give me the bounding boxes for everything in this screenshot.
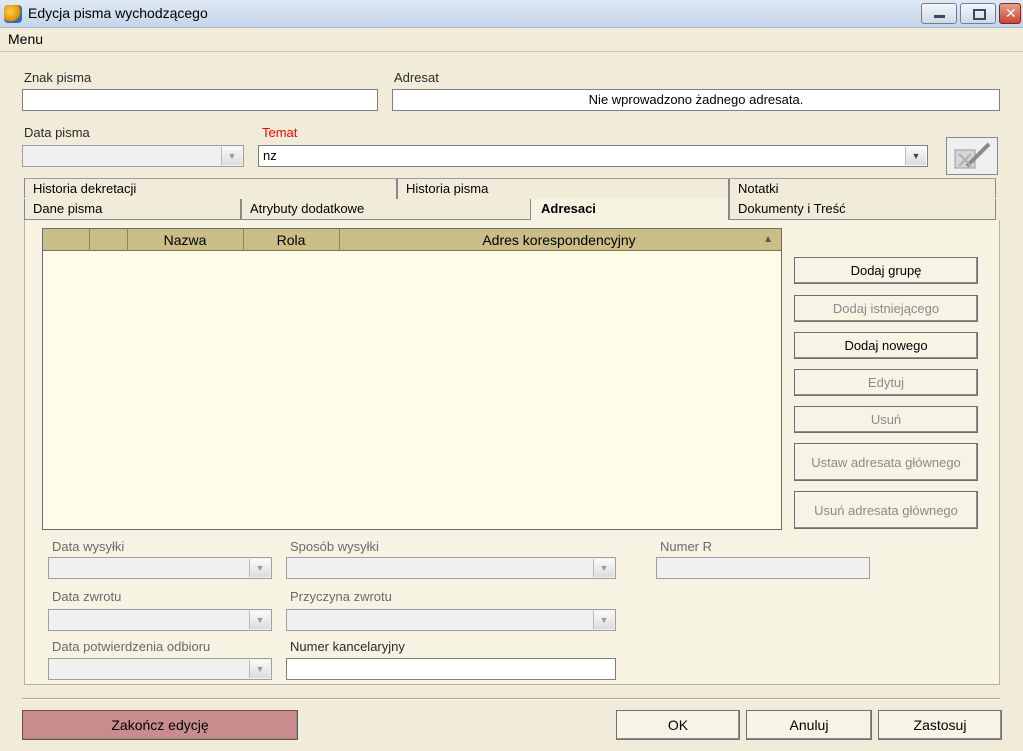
- chevron-down-icon[interactable]: ▼: [249, 611, 270, 629]
- przyczyna-zwrotu-combo[interactable]: ▼: [286, 609, 616, 631]
- numer-r-input[interactable]: [656, 557, 870, 579]
- znak-pisma-input[interactable]: [22, 89, 378, 111]
- tab-row-2: Dane pisma Atrybuty dodatkowe Adresaci D…: [24, 199, 996, 221]
- znak-pisma-label: Znak pisma: [24, 70, 92, 85]
- data-zwrotu-label: Data zwrotu: [52, 589, 122, 604]
- temat-value: nz: [263, 148, 277, 163]
- temat-combo[interactable]: nz ▼: [258, 145, 928, 167]
- tab-dokumenty-i-tresc[interactable]: Dokumenty i Treść: [729, 199, 995, 219]
- close-button[interactable]: ✕: [999, 3, 1021, 24]
- tab-row-1: Historia dekretacji Historia pisma Notat…: [24, 178, 996, 199]
- chevron-down-icon[interactable]: ▼: [249, 660, 270, 678]
- dodaj-nowego-button[interactable]: Dodaj nowego: [794, 332, 978, 359]
- numer-kancelaryjny-label: Numer kancelaryjny: [290, 639, 405, 654]
- data-wysylki-combo[interactable]: ▼: [48, 557, 272, 579]
- tab-adresaci[interactable]: Adresaci: [531, 199, 729, 221]
- minimize-icon: [934, 15, 945, 18]
- usun-button[interactable]: Usuń: [794, 406, 978, 433]
- chevron-down-icon[interactable]: ▼: [249, 559, 270, 577]
- column-header-adres[interactable]: Adres korespondencyjny ▲: [339, 229, 779, 251]
- data-pisma-combo[interactable]: ▼: [22, 145, 244, 167]
- data-wysylki-label: Data wysyłki: [52, 539, 125, 554]
- sposob-wysylki-combo[interactable]: ▼: [286, 557, 616, 579]
- chevron-down-icon[interactable]: ▼: [221, 147, 242, 165]
- chevron-down-icon[interactable]: ▼: [593, 559, 614, 577]
- table-header: Nazwa Rola Adres korespondencyjny ▲: [43, 229, 781, 251]
- close-icon: ✕: [1005, 5, 1017, 21]
- numer-kancelaryjny-input[interactable]: [286, 658, 616, 680]
- column-header-nazwa[interactable]: Nazwa: [127, 229, 244, 251]
- zakoncz-edycje-button[interactable]: Zakończ edycję: [22, 710, 298, 740]
- usun-adresata-glownego-button[interactable]: Usuń adresata głównego: [794, 491, 978, 529]
- edit-disabled-icon: [954, 142, 991, 169]
- przyczyna-zwrotu-label: Przyczyna zwrotu: [290, 589, 392, 604]
- adresaci-table[interactable]: Nazwa Rola Adres korespondencyjny ▲: [42, 228, 782, 530]
- temat-label: Temat: [262, 125, 298, 140]
- ok-button[interactable]: OK: [616, 710, 740, 740]
- app-icon: [4, 5, 22, 23]
- clear-temat-button[interactable]: [946, 137, 998, 175]
- maximize-icon: [973, 9, 986, 20]
- footer-separator: [22, 698, 1000, 700]
- maximize-button[interactable]: [960, 3, 996, 24]
- sort-ascending-icon: ▲: [763, 234, 773, 245]
- chevron-down-icon[interactable]: ▼: [593, 611, 614, 629]
- adresat-field: Nie wprowadzono żadnego adresata.: [392, 89, 1000, 111]
- column-header-rola[interactable]: Rola: [243, 229, 340, 251]
- title-bar[interactable]: Edycja pisma wychodzącego ✕: [0, 0, 1023, 28]
- data-pisma-label: Data pisma: [24, 125, 90, 140]
- menu-item-menu[interactable]: Menu: [8, 31, 43, 47]
- anuluj-button[interactable]: Anuluj: [746, 710, 872, 740]
- column-header-2[interactable]: [89, 229, 128, 251]
- zastosuj-button[interactable]: Zastosuj: [878, 710, 1002, 740]
- tab-historia-pisma[interactable]: Historia pisma: [397, 179, 729, 199]
- window-title: Edycja pisma wychodzącego: [28, 5, 208, 21]
- data-potwierdzenia-label: Data potwierdzenia odbioru: [52, 639, 211, 654]
- menu-bar: [0, 28, 1023, 52]
- chevron-down-icon[interactable]: ▼: [905, 147, 926, 165]
- tab-historia-dekretacji[interactable]: Historia dekretacji: [25, 179, 397, 199]
- column-header-1[interactable]: [43, 229, 90, 251]
- minimize-button[interactable]: [921, 3, 957, 24]
- tab-notatki[interactable]: Notatki: [729, 179, 995, 199]
- column-header-adres-label: Adres korespondencyjny: [482, 232, 636, 248]
- ustaw-adresata-glownego-button[interactable]: Ustaw adresata głównego: [794, 443, 978, 481]
- data-zwrotu-combo[interactable]: ▼: [48, 609, 272, 631]
- sposob-wysylki-label: Sposób wysyłki: [290, 539, 379, 554]
- tab-dane-pisma[interactable]: Dane pisma: [25, 199, 241, 219]
- edytuj-button[interactable]: Edytuj: [794, 369, 978, 396]
- dodaj-istniejacego-button[interactable]: Dodaj istniejącego: [794, 295, 978, 322]
- tab-atrybuty-dodatkowe[interactable]: Atrybuty dodatkowe: [241, 199, 531, 219]
- adresat-label: Adresat: [394, 70, 439, 85]
- data-potwierdzenia-combo[interactable]: ▼: [48, 658, 272, 680]
- numer-r-label: Numer R: [660, 539, 713, 554]
- dodaj-grupe-button[interactable]: Dodaj grupę: [794, 257, 978, 284]
